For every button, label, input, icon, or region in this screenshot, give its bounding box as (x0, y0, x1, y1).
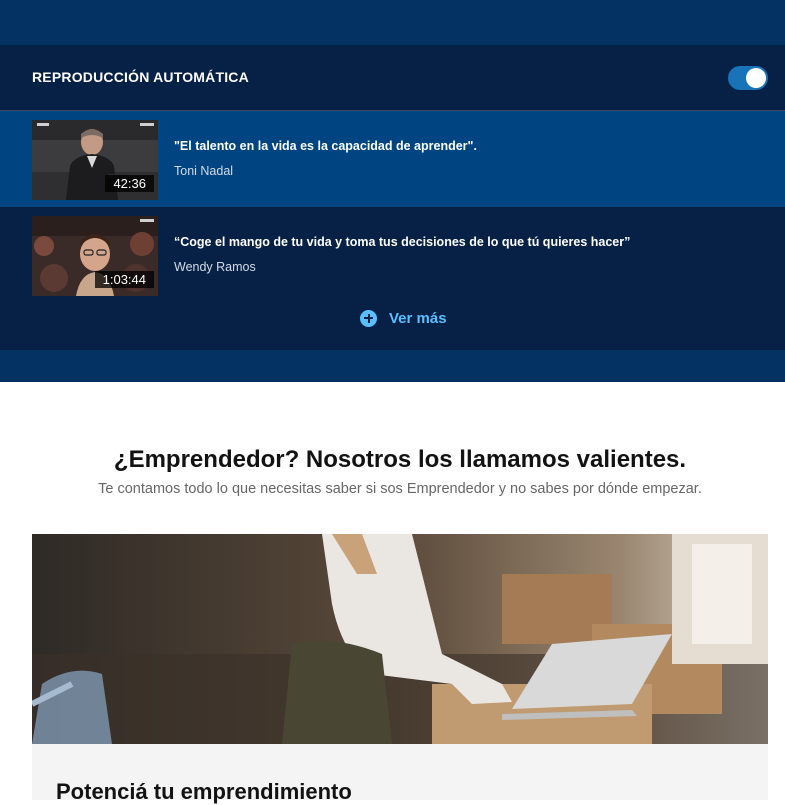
promo-image[interactable] (32, 534, 768, 744)
autoplay-header: REPRODUCCIÓN AUTOMÁTICA (0, 45, 785, 111)
video-duration: 42:36 (105, 175, 154, 192)
promo-heading: ¿Emprendedor? Nosotros los llamamos vali… (113, 446, 687, 473)
card-title: Potenciá tu emprendimiento (56, 779, 352, 804)
video-title: "El talento en la vida es la capacidad d… (174, 139, 477, 153)
autoplay-title: REPRODUCCIÓN AUTOMÁTICA (32, 69, 249, 85)
bottom-band (0, 350, 785, 382)
video-title: “Coge el mango de tu vida y toma tus dec… (174, 235, 631, 249)
video-author: Wendy Ramos (174, 260, 256, 274)
autoplay-panel: REPRODUCCIÓN AUTOMÁTICA 42:36 "El talent… (0, 45, 785, 350)
plus-circle-icon (360, 309, 377, 327)
promo-subheading: Te contamos todo lo que necesitas saber … (98, 481, 702, 497)
top-band (0, 0, 785, 45)
video-item[interactable]: 1:03:44 “Coge el mango de tu vida y toma… (0, 207, 785, 303)
video-thumbnail: 42:36 (32, 120, 158, 200)
see-more-label: Ver más (389, 309, 447, 327)
see-more-button[interactable]: Ver más (360, 308, 447, 328)
video-duration: 1:03:44 (94, 271, 154, 288)
autoplay-toggle[interactable] (728, 66, 768, 90)
toggle-knob (746, 68, 766, 88)
entrepreneur-photo (32, 534, 768, 744)
video-item[interactable]: 42:36 "El talento en la vida es la capac… (0, 111, 785, 207)
video-author: Toni Nadal (174, 164, 234, 178)
promo-card[interactable]: Potenciá tu emprendimiento (32, 744, 768, 804)
video-thumbnail: 1:03:44 (32, 216, 158, 296)
